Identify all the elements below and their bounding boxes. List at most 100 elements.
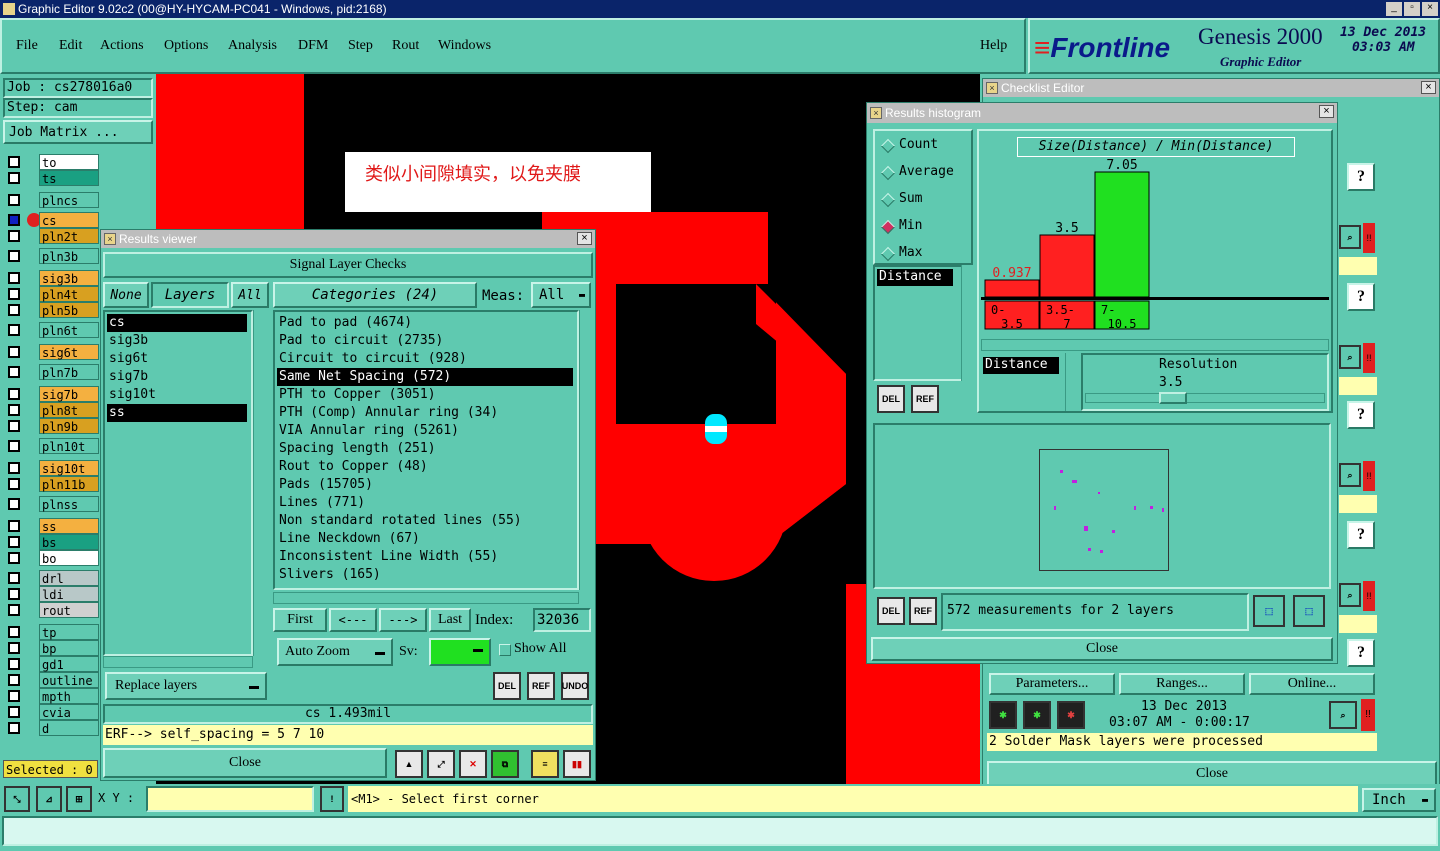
category-item[interactable]: Inconsistent Line Width (55) (277, 548, 573, 566)
layer-row[interactable]: bo (5, 550, 99, 566)
radio-min[interactable] (880, 219, 896, 235)
category-item[interactable]: Circuit to circuit (928) (277, 350, 573, 368)
stop-icon[interactable]: ✱ (1057, 701, 1085, 729)
category-item[interactable]: Lines (771) (277, 494, 573, 512)
histogram-bar[interactable] (1094, 171, 1150, 298)
refresh-icon[interactable]: REF (909, 597, 937, 625)
layer-checkbox[interactable] (8, 250, 20, 262)
layer-checkbox[interactable] (8, 404, 20, 416)
layer-row[interactable]: pln3b (5, 248, 99, 264)
layer-checkbox[interactable] (8, 572, 20, 584)
categories-button[interactable]: Categories (24) (273, 282, 477, 308)
clear-icon[interactable]: ✕ (459, 750, 487, 778)
sv-color-dropdown[interactable]: ▬ (429, 638, 491, 666)
report-icon[interactable]: ▲ (395, 750, 423, 778)
category-item[interactable]: Spacing length (251) (277, 440, 573, 458)
run-icon[interactable]: ✱ (989, 701, 1017, 729)
grid-icon[interactable]: ⊞ (66, 786, 92, 812)
layer-checkbox[interactable] (8, 658, 20, 670)
menu-analysis[interactable]: Analysis (228, 38, 277, 54)
layer-row[interactable]: plncs (5, 192, 99, 208)
histogram-close-button[interactable]: Close (871, 637, 1333, 661)
close-icon[interactable]: × (1421, 81, 1436, 94)
layer-checkbox[interactable] (8, 588, 20, 600)
category-item[interactable]: Same Net Spacing (572) (277, 368, 573, 386)
layer-row[interactable]: cs (5, 212, 99, 228)
layer-row[interactable]: to (5, 154, 99, 170)
help-icon[interactable]: ? (1347, 639, 1375, 667)
help-icon[interactable]: ? (1347, 401, 1375, 429)
next-button[interactable]: ---> (379, 608, 427, 632)
layer-row[interactable]: sig3b (5, 270, 99, 286)
all-layers-button[interactable]: All (231, 282, 269, 308)
layer-checkbox[interactable] (8, 604, 20, 616)
categories-list[interactable]: Pad to pad (4674) Pad to circuit (2735) Ci… (273, 310, 579, 590)
none-button[interactable]: None (103, 282, 149, 308)
menu-dfm[interactable]: DFM (298, 38, 328, 54)
layer-row[interactable]: pln2t (5, 228, 99, 244)
maximize-button[interactable]: ▫ (1404, 2, 1420, 16)
layer-checkbox[interactable] (8, 366, 20, 378)
layer-checkbox[interactable] (8, 194, 20, 206)
layer-row[interactable]: bs (5, 534, 99, 550)
distance-list-item[interactable]: Distance (877, 269, 953, 286)
layer-checkbox[interactable] (8, 690, 20, 702)
layer-row[interactable]: ss (5, 518, 99, 534)
layers-icon[interactable]: ⧉ (491, 750, 519, 778)
hist-hscroll[interactable] (981, 339, 1329, 351)
layer-row[interactable]: pln7b (5, 364, 99, 380)
menu-help[interactable]: Help (980, 38, 1007, 54)
layer-checkbox[interactable] (8, 388, 20, 400)
category-item[interactable]: Pads (15705) (277, 476, 573, 494)
zoom-icon[interactable]: ⌕ (1329, 701, 1357, 729)
help-icon[interactable]: ? (1347, 283, 1375, 311)
layer-checkbox[interactable] (8, 172, 20, 184)
layer-list-item[interactable]: ss (107, 404, 247, 422)
zoom-area-icon[interactable]: ⤡ (4, 786, 30, 812)
category-item[interactable]: Pad to circuit (2735) (277, 332, 573, 350)
layer-row[interactable]: sig6t (5, 344, 99, 360)
layer-checkbox[interactable] (8, 288, 20, 300)
layer-list-scrollbar[interactable] (253, 310, 269, 656)
layer-checkbox[interactable] (8, 642, 20, 654)
layer-checkbox[interactable] (8, 706, 20, 718)
first-button[interactable]: First (273, 608, 327, 632)
layer-checkbox[interactable] (8, 346, 20, 358)
category-item[interactable]: Rout to Copper (48) (277, 458, 573, 476)
layer-checkbox[interactable] (8, 722, 20, 734)
histogram-bar[interactable] (1039, 234, 1095, 298)
layer-list-item[interactable]: sig6t (107, 350, 247, 368)
layer-row[interactable]: pln8t (5, 402, 99, 418)
distance-scrollbar[interactable] (1065, 353, 1079, 411)
zoom-to-fit-icon[interactable]: ⬚ (1253, 595, 1285, 627)
close-icon[interactable]: × (577, 232, 592, 245)
info-icon[interactable]: ! (320, 786, 344, 812)
layer-row[interactable]: plnss (5, 496, 99, 512)
layer-row[interactable]: cvia (5, 704, 99, 720)
menu-options[interactable]: Options (164, 38, 208, 54)
layer-row[interactable]: bp (5, 640, 99, 656)
layer-checkbox[interactable] (8, 626, 20, 638)
measure-icon[interactable]: ⊿ (36, 786, 62, 812)
layer-row[interactable]: outline (5, 672, 99, 688)
resolution-slider[interactable] (1085, 393, 1325, 403)
distance-list-scrollbar[interactable] (961, 265, 973, 381)
category-item[interactable]: Pad to pad (4674) (277, 314, 573, 332)
layer-checkbox[interactable] (8, 462, 20, 474)
layer-row[interactable]: ldi (5, 586, 99, 602)
meas-dropdown[interactable]: All ▬ (531, 282, 591, 308)
layer-row[interactable]: d (5, 720, 99, 736)
minimize-button[interactable]: _ (1386, 2, 1402, 16)
zoom-icon[interactable]: ⌕ (1339, 225, 1361, 249)
notes-icon[interactable]: ≡ (531, 750, 559, 778)
layer-checkbox[interactable] (8, 520, 20, 532)
online-button[interactable]: Online... (1249, 673, 1375, 695)
undo-icon[interactable]: UNDO (561, 672, 589, 700)
run-all-icon[interactable]: ✱ (1023, 701, 1051, 729)
layer-checkbox[interactable] (8, 214, 20, 226)
export-icon[interactable]: ⤢ (427, 750, 455, 778)
menu-rout[interactable]: Rout (392, 38, 419, 54)
layer-row[interactable]: drl (5, 570, 99, 586)
delete-icon[interactable]: DEL (493, 672, 521, 700)
layer-list-item[interactable]: cs (107, 314, 247, 332)
